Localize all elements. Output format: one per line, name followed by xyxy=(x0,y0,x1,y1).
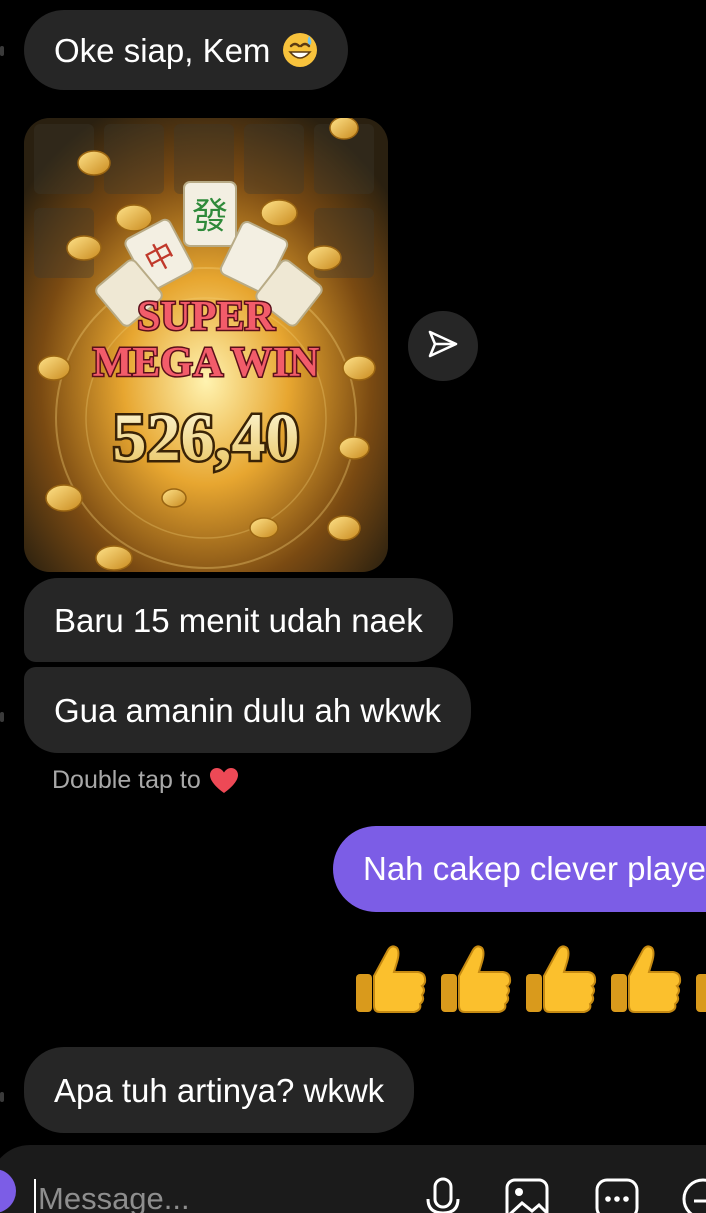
message-bubble-received[interactable]: Baru 15 menit udah naek xyxy=(24,578,453,662)
win-amount: 526,40 xyxy=(113,399,300,475)
heart-icon xyxy=(209,767,239,795)
microphone-icon[interactable] xyxy=(420,1175,466,1213)
message-text: Oke siap, Kem xyxy=(54,31,271,69)
send-arrow-icon xyxy=(426,327,460,366)
message-text: Apa tuh artinya? wkwk xyxy=(54,1071,385,1109)
chat-screen: Oke siap, Kem 發 中 SUPER MEGA WIN 526,40 … xyxy=(0,0,706,1213)
edge-marker xyxy=(0,1092,4,1102)
message-composer xyxy=(0,1145,706,1213)
grinning-sweat-emoji-icon xyxy=(282,32,318,68)
shared-game-screenshot[interactable]: 發 中 SUPER MEGA WIN 526,40 xyxy=(24,118,388,572)
message-bubble-received[interactable]: Oke siap, Kem xyxy=(24,10,349,90)
edge-marker xyxy=(0,46,4,56)
sticker-icon[interactable] xyxy=(680,1175,706,1213)
text-caret xyxy=(34,1179,36,1213)
thumbs-up-emoji-icon xyxy=(696,974,706,1012)
thumbs-up-emoji-icon xyxy=(356,945,427,1013)
reaction-hint: Double tap to xyxy=(52,766,239,795)
message-bubble-sent[interactable]: Nah cakep clever player xyxy=(333,826,706,912)
thumbs-up-emoji-icon xyxy=(441,945,512,1013)
thumbs-up-emoji-row[interactable] xyxy=(352,940,706,1020)
message-text: Baru 15 menit udah naek xyxy=(54,601,423,639)
message-text: Gua amanin dulu ah wkwk xyxy=(54,691,442,729)
message-bubble-received[interactable]: Gua amanin dulu ah wkwk xyxy=(24,667,472,753)
share-button[interactable] xyxy=(408,311,478,381)
edge-marker xyxy=(0,712,4,722)
super-label: SUPER xyxy=(137,294,275,340)
chat-bubble-more-icon[interactable] xyxy=(594,1175,640,1213)
message-bubble-received[interactable]: Apa tuh artinya? wkwk xyxy=(24,1047,415,1133)
mega-win-label: MEGA WIN xyxy=(93,340,320,386)
message-input[interactable] xyxy=(38,1177,398,1213)
thumbs-up-emoji-icon xyxy=(526,945,597,1013)
image-gallery-icon[interactable] xyxy=(504,1175,550,1213)
message-text: Nah cakep clever player xyxy=(363,850,706,887)
tile-character: 發 xyxy=(192,196,228,237)
thumbs-up-emoji-icon xyxy=(611,945,682,1013)
reaction-hint-text: Double tap to xyxy=(52,766,201,794)
